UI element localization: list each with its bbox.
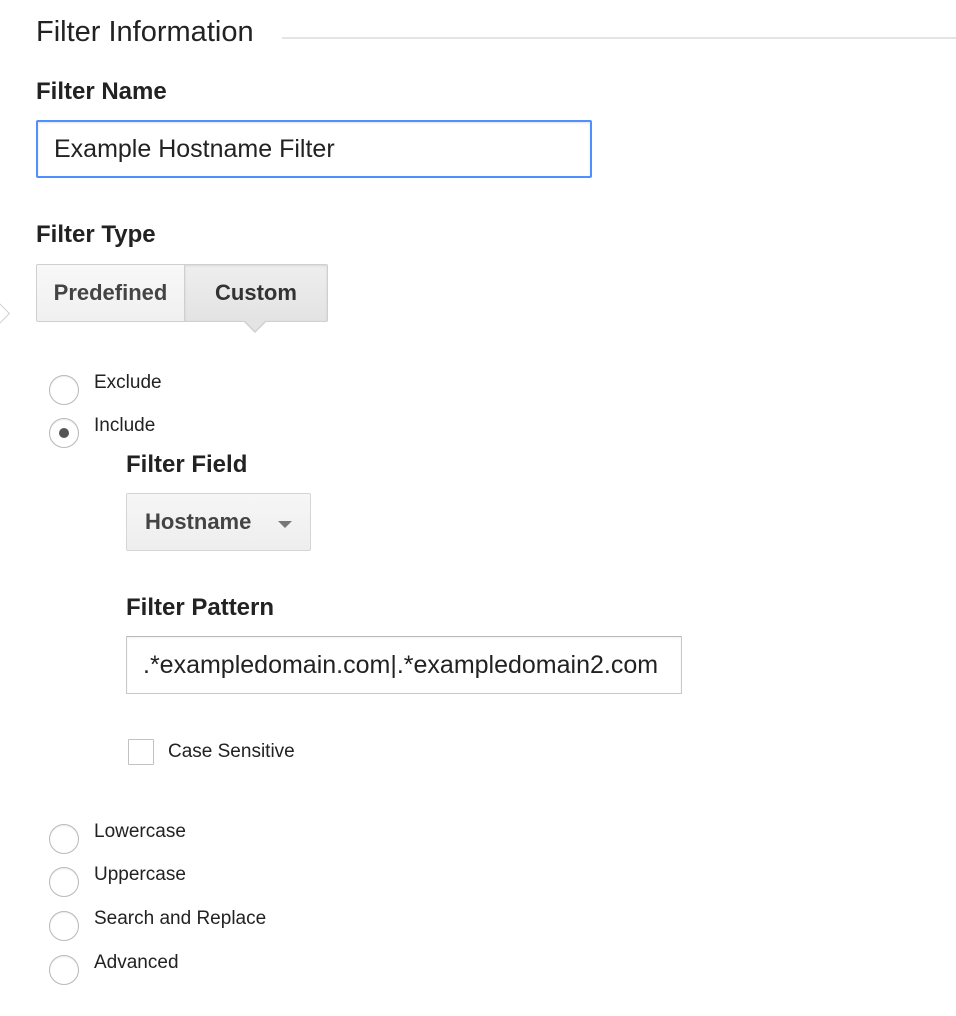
radio-uppercase[interactable]: Uppercase (49, 863, 186, 897)
radio-include-button[interactable] (49, 418, 79, 448)
filter-pattern-label: Filter Pattern (126, 594, 275, 621)
radio-exclude-label[interactable]: Exclude (94, 371, 162, 395)
filter-field-value: Hostname (145, 509, 252, 534)
filter-name-input[interactable] (36, 120, 592, 178)
filter-type-label: Filter Type (36, 221, 156, 248)
radio-uppercase-label[interactable]: Uppercase (94, 863, 186, 887)
case-sensitive-checkbox[interactable] (128, 739, 154, 765)
filter-field-select[interactable]: Hostname (126, 493, 311, 551)
radio-lowercase[interactable]: Lowercase (49, 820, 186, 854)
filter-pattern-input[interactable] (126, 636, 682, 694)
filter-field-label: Filter Field (126, 451, 248, 478)
case-sensitive-label[interactable]: Case Sensitive (168, 741, 295, 763)
radio-exclude[interactable]: Exclude (49, 371, 162, 405)
case-sensitive-option[interactable]: Case Sensitive (128, 739, 295, 765)
radio-lowercase-button[interactable] (49, 824, 79, 854)
radio-search-and-replace[interactable]: Search and Replace (49, 907, 266, 941)
section-divider (282, 37, 956, 39)
radio-exclude-button[interactable] (49, 375, 79, 405)
radio-uppercase-button[interactable] (49, 867, 79, 897)
radio-include[interactable]: Include (49, 414, 155, 448)
radio-search-and-replace-button[interactable] (49, 911, 79, 941)
tab-predefined[interactable]: Predefined (36, 264, 185, 322)
filter-name-label: Filter Name (36, 78, 167, 105)
tab-custom[interactable]: Custom (185, 264, 328, 333)
radio-advanced-button[interactable] (49, 955, 79, 985)
panel-pointer (0, 302, 11, 325)
radio-advanced-label[interactable]: Advanced (94, 951, 179, 975)
tab-pointer-icon (243, 320, 267, 333)
radio-include-label[interactable]: Include (94, 414, 155, 438)
radio-lowercase-label[interactable]: Lowercase (94, 820, 186, 844)
tab-custom-label: Custom (215, 280, 297, 305)
section-title: Filter Information (36, 16, 254, 48)
radio-advanced[interactable]: Advanced (49, 951, 179, 985)
filter-type-tabs: Predefined Custom (36, 264, 328, 333)
chevron-down-icon (278, 521, 292, 528)
radio-search-and-replace-label[interactable]: Search and Replace (94, 907, 266, 931)
